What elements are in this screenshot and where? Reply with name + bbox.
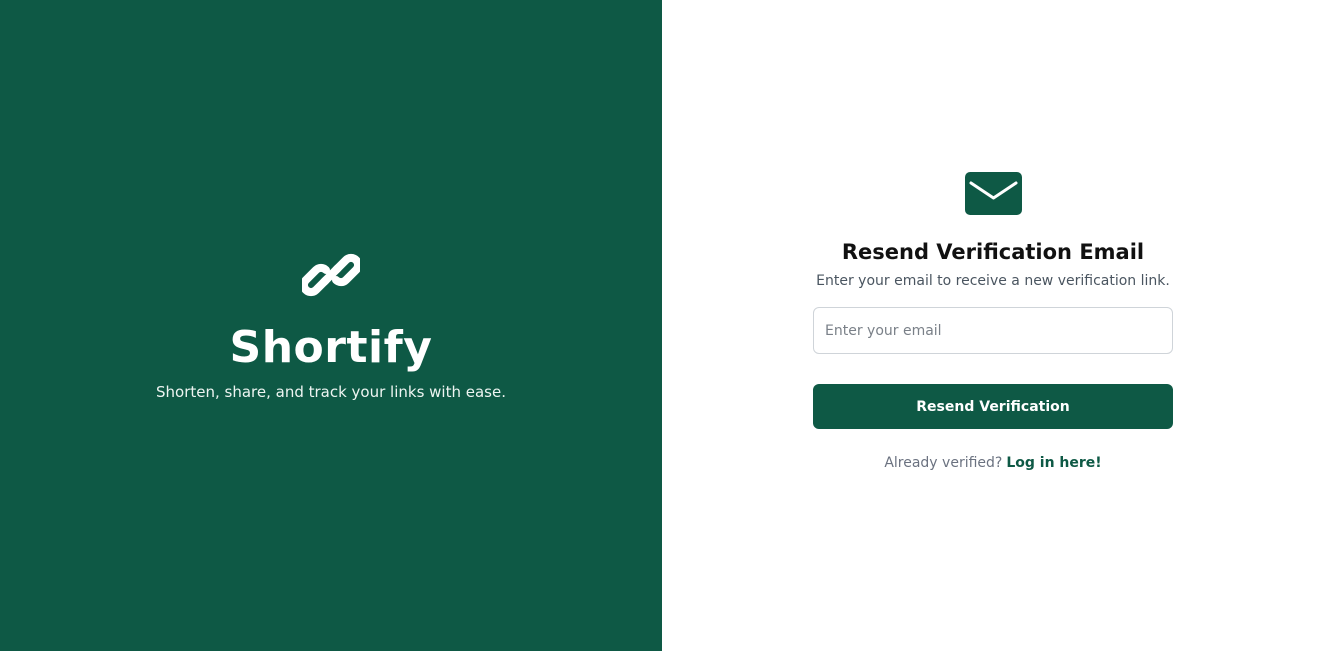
brand-block: Shortify Shorten, share, and track your … <box>0 246 662 402</box>
form-panel: Resend Verification Email Enter your ema… <box>662 0 1322 651</box>
login-prompt-row: Already verified? Log in here! <box>884 455 1101 471</box>
brand-tagline: Shorten, share, and track your links wit… <box>155 383 506 401</box>
form-title: Resend Verification Email <box>841 240 1145 264</box>
email-field[interactable] <box>813 307 1173 354</box>
resend-form: Resend Verification Email Enter your ema… <box>813 172 1173 471</box>
link-icon <box>302 253 360 297</box>
login-link[interactable]: Log in here! <box>1006 455 1101 471</box>
brand-panel: Shortify Shorten, share, and track your … <box>0 0 662 651</box>
envelope-icon <box>964 172 1022 215</box>
resend-verification-button[interactable]: Resend Verification <box>813 384 1173 429</box>
login-prompt-text: Already verified? <box>884 455 1003 471</box>
brand-name: Shortify <box>229 322 433 373</box>
form-subtitle: Enter your email to receive a new verifi… <box>816 273 1170 289</box>
